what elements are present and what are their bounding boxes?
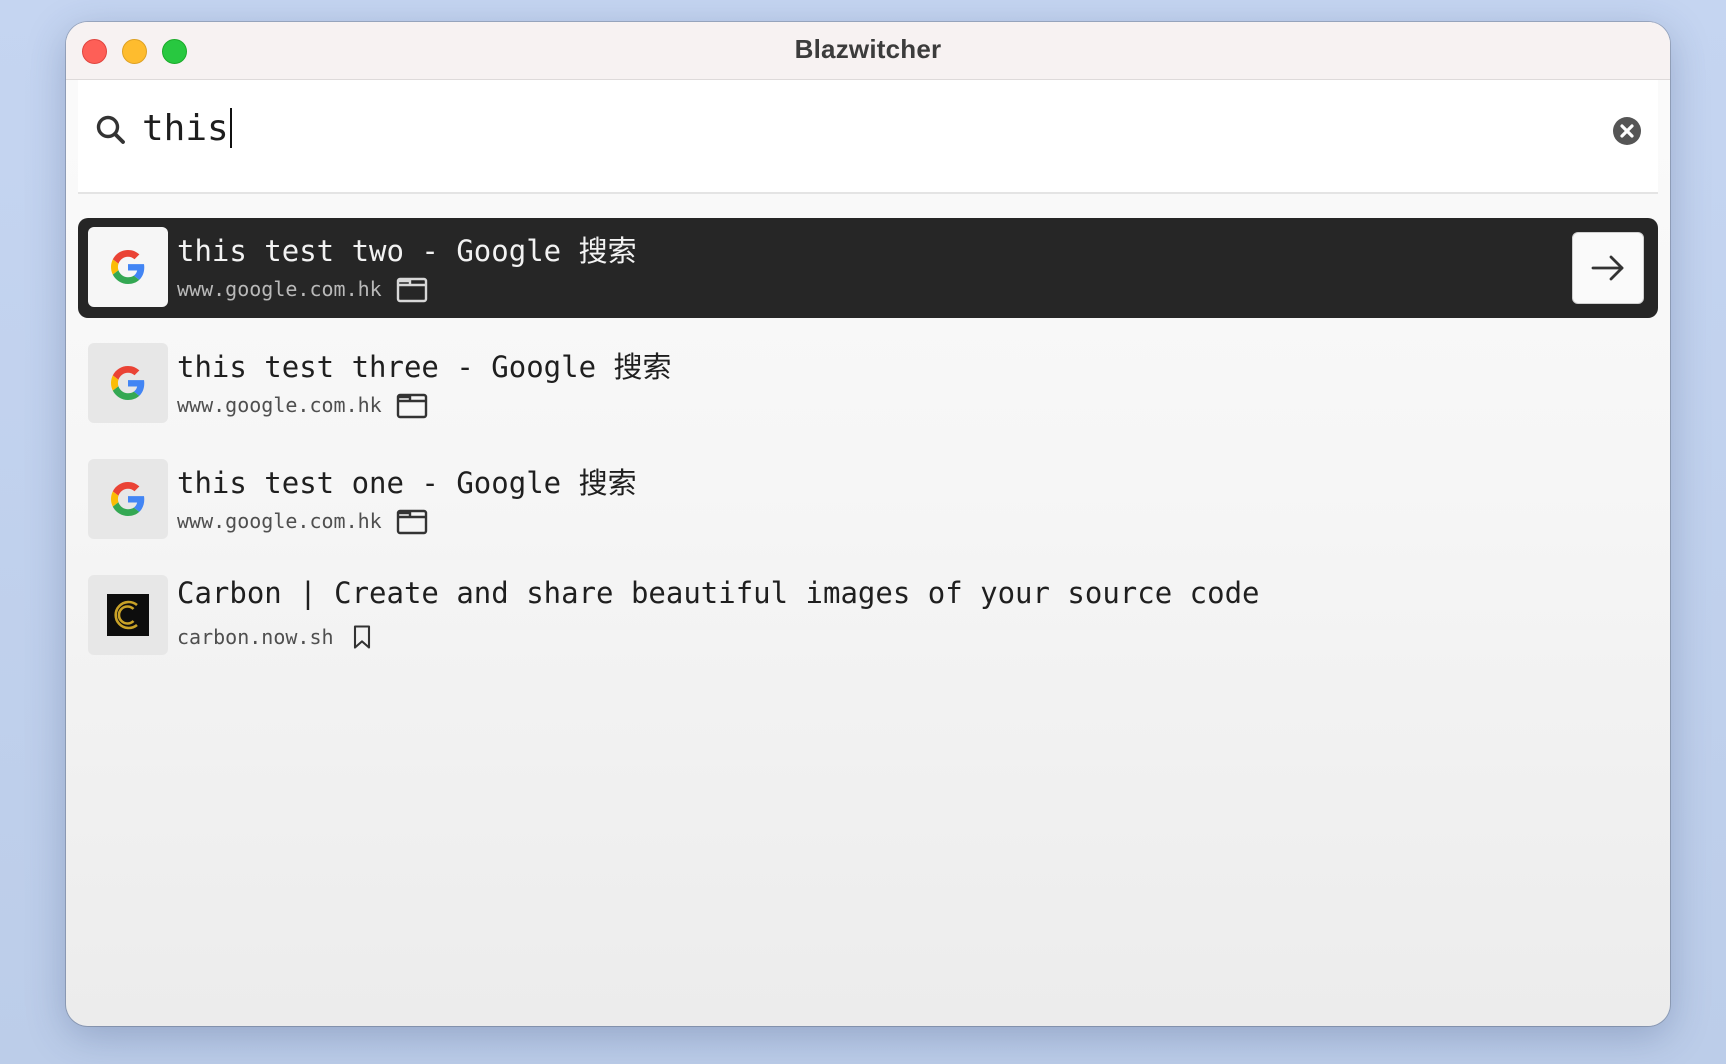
search-icon	[96, 115, 125, 144]
result-meta: www.google.com.hk	[177, 390, 428, 420]
tab-icon	[396, 277, 427, 303]
arrow-right-icon	[1591, 255, 1624, 281]
search-input[interactable]: this	[142, 108, 232, 149]
results-list: this test two - Google 搜索 www.google.com…	[78, 218, 1658, 682]
result-title: Carbon | Create and share beautiful imag…	[177, 576, 1260, 610]
title-bar: Blazwitcher	[66, 22, 1670, 80]
result-meta: www.google.com.hk	[177, 274, 428, 304]
result-title: this test three - Google 搜索	[177, 350, 672, 384]
result-url: carbon.now.sh	[177, 625, 334, 649]
result-row[interactable]: this test one - Google 搜索 www.google.com…	[78, 450, 1658, 550]
search-bar[interactable]: this	[78, 80, 1658, 194]
clear-search-icon[interactable]	[1612, 116, 1642, 146]
google-icon	[88, 227, 168, 307]
result-url: www.google.com.hk	[177, 277, 382, 301]
window-title: Blazwitcher	[794, 34, 942, 64]
google-icon	[88, 459, 168, 539]
result-title: this test one - Google 搜索	[177, 466, 637, 500]
result-meta: www.google.com.hk	[177, 506, 428, 536]
result-row[interactable]: Carbon | Create and share beautiful imag…	[78, 566, 1658, 666]
result-meta: carbon.now.sh	[177, 622, 376, 652]
result-url: www.google.com.hk	[177, 509, 382, 533]
tab-icon	[396, 393, 427, 419]
result-title: this test two - Google 搜索	[177, 234, 637, 268]
result-url: www.google.com.hk	[177, 393, 382, 417]
carbon-icon	[88, 575, 168, 655]
text-caret	[229, 108, 232, 148]
search-query: this	[142, 108, 229, 149]
bookmark-icon	[353, 625, 370, 649]
google-icon	[88, 343, 168, 423]
result-row[interactable]: this test three - Google 搜索 www.google.c…	[78, 334, 1658, 434]
result-row[interactable]: this test two - Google 搜索 www.google.com…	[78, 218, 1658, 318]
open-result-button[interactable]	[1572, 232, 1644, 304]
app-window: Blazwitcher this this test two - Google …	[66, 22, 1670, 1026]
tab-icon	[396, 509, 427, 535]
